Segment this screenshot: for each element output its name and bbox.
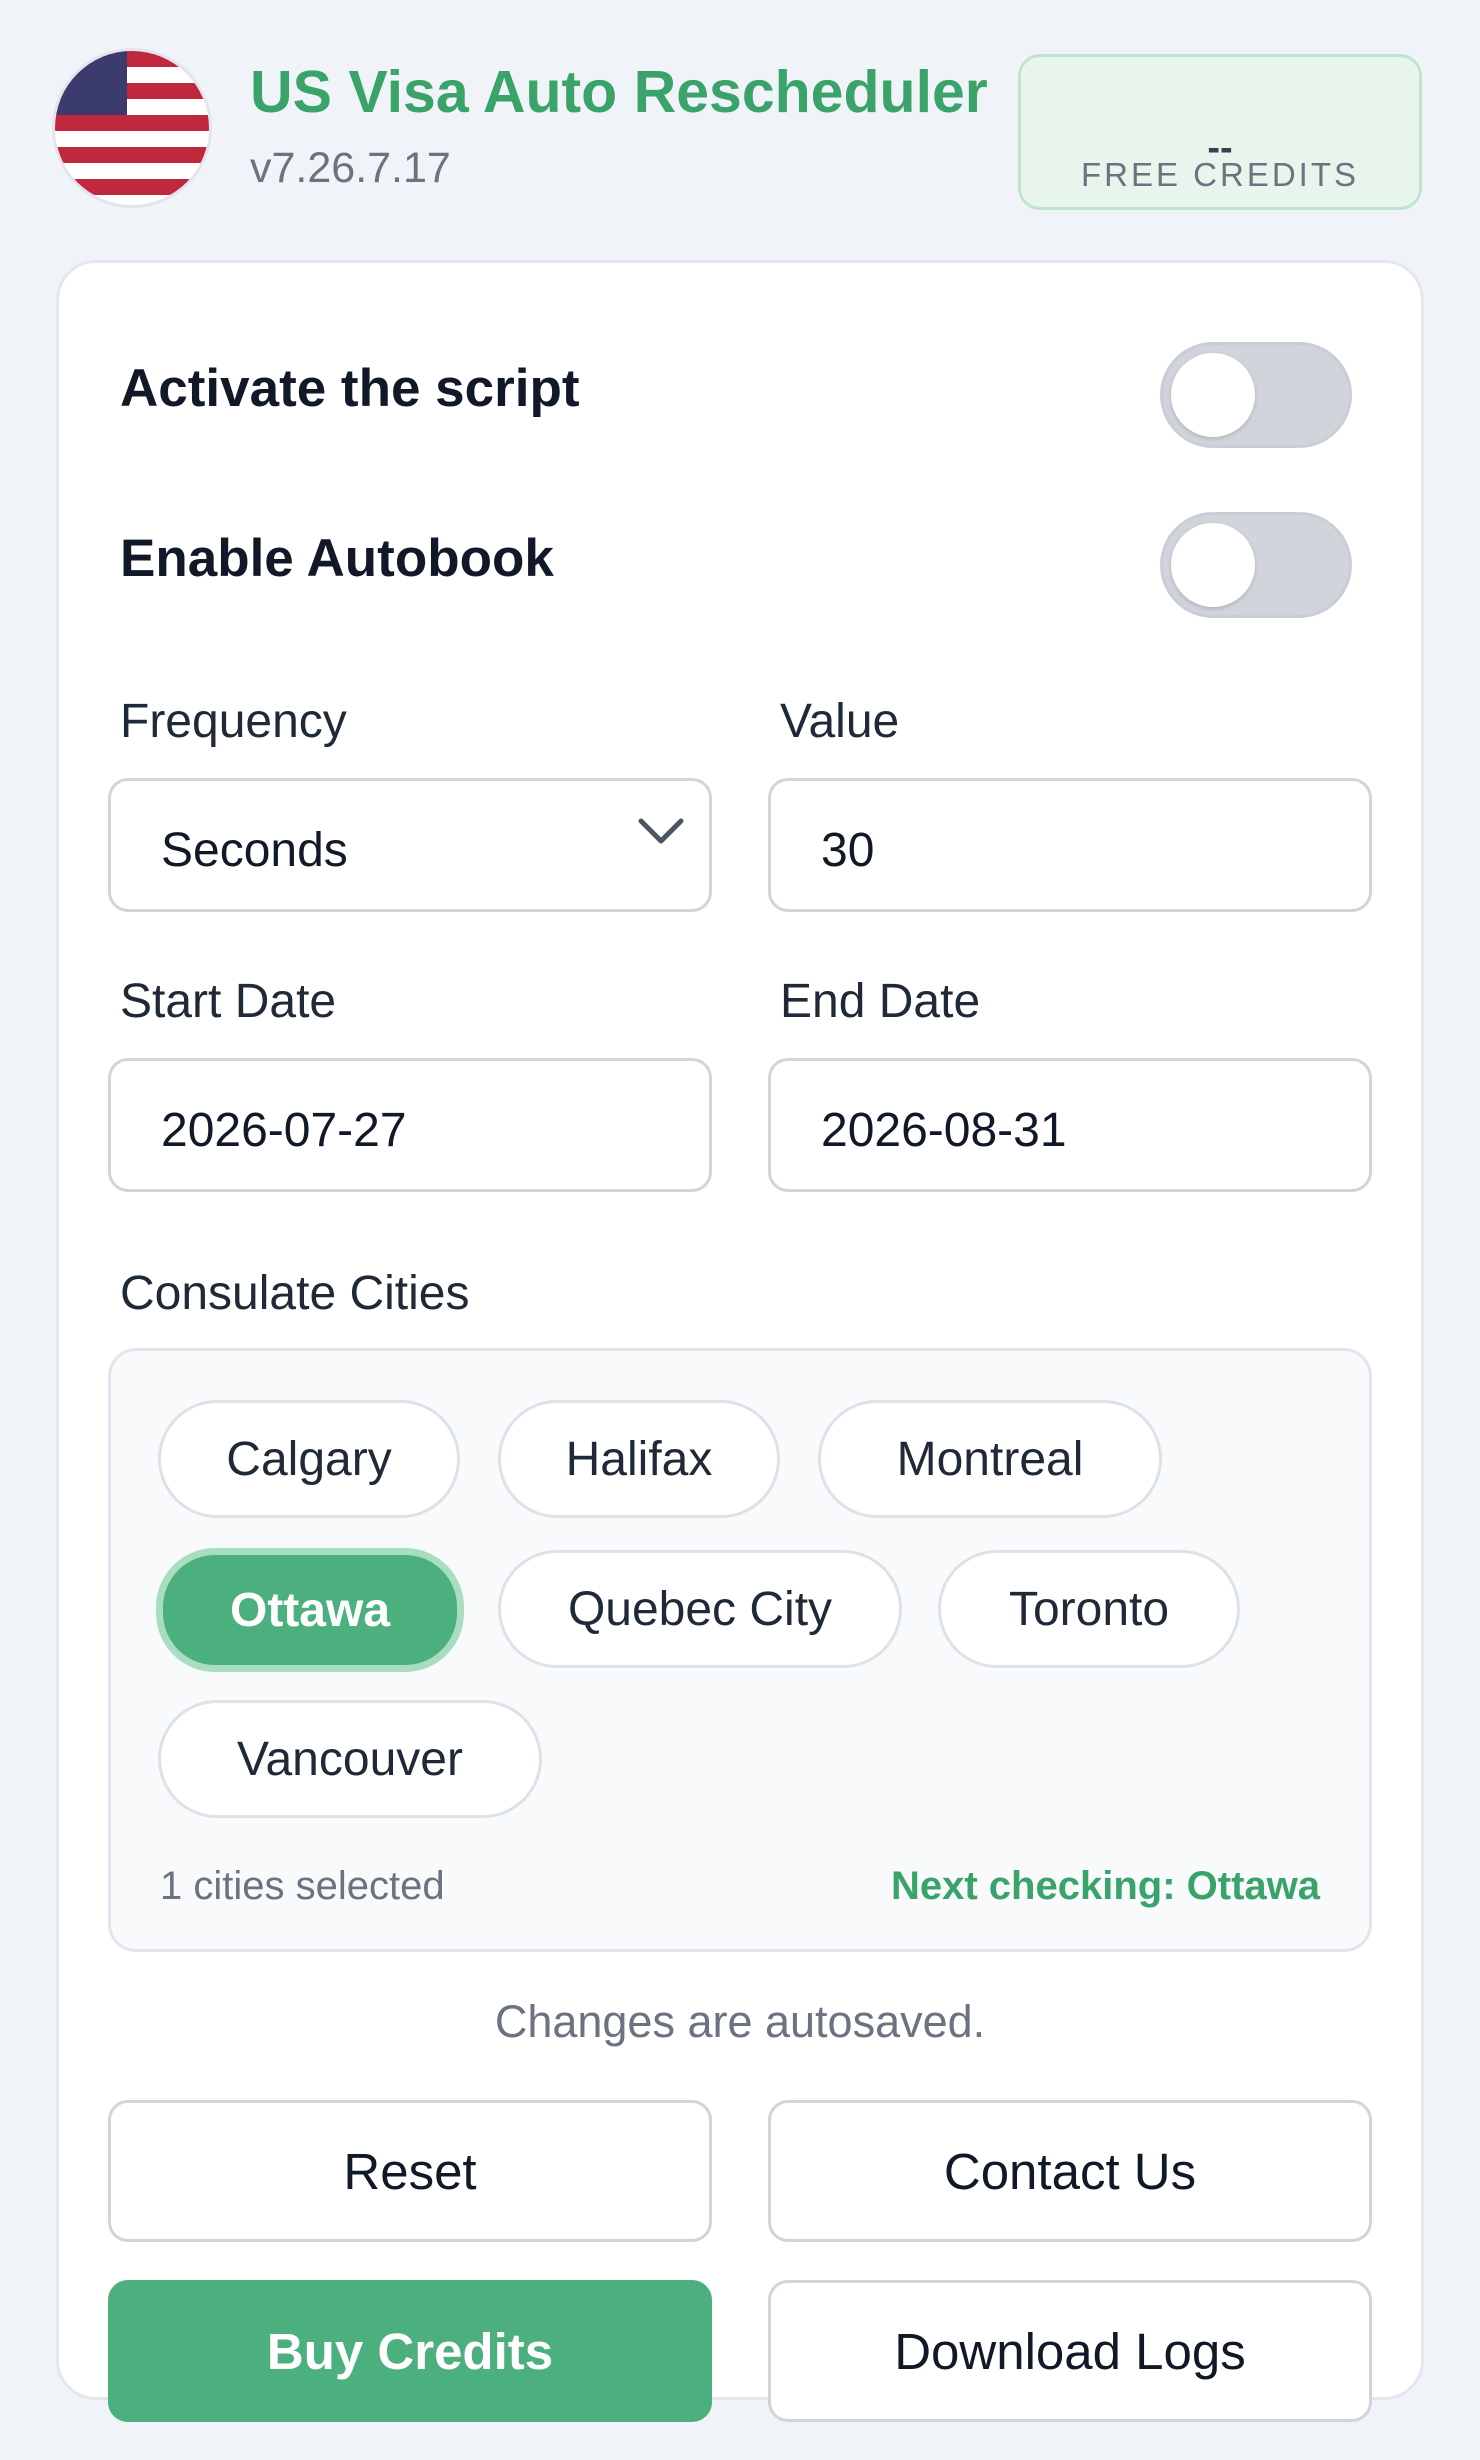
enable-autobook-label: Enable Autobook xyxy=(120,529,554,588)
city-chip-ottawa[interactable]: Ottawa xyxy=(156,1548,464,1672)
end-date-value: 2026-08-31 xyxy=(821,1104,1067,1157)
frequency-label: Frequency xyxy=(120,695,347,748)
app-title: US Visa Auto Rescheduler xyxy=(250,59,988,125)
end-date-label: End Date xyxy=(780,975,981,1028)
activate-script-toggle[interactable] xyxy=(1160,342,1352,448)
frequency-select[interactable]: Seconds xyxy=(108,778,712,912)
activate-script-label: Activate the script xyxy=(120,359,580,418)
next-checking-status: Next checking: Ottawa xyxy=(890,1864,1320,1908)
app-version: v7.26.7.17 xyxy=(250,144,451,192)
cities-selected-count: 1 cities selected xyxy=(160,1864,445,1908)
toggle-knob xyxy=(1171,353,1255,437)
download-logs-button[interactable]: Download Logs xyxy=(768,2280,1372,2422)
credits-label: FREE CREDITS xyxy=(1080,156,1360,193)
reset-button[interactable]: Reset xyxy=(108,2100,712,2242)
value-label: Value xyxy=(780,695,900,748)
contact-us-button[interactable]: Contact Us xyxy=(768,2100,1372,2242)
city-chip-halifax[interactable]: Halifax xyxy=(498,1400,780,1518)
city-chip-toronto[interactable]: Toronto xyxy=(938,1550,1240,1668)
city-chip-montreal[interactable]: Montreal xyxy=(818,1400,1162,1518)
credits-badge: -- FREE CREDITS xyxy=(1018,54,1422,210)
city-chip-vancouver[interactable]: Vancouver xyxy=(158,1700,542,1818)
autosave-note: Changes are autosaved. xyxy=(494,1996,986,2047)
buy-credits-button[interactable]: Buy Credits xyxy=(108,2280,712,2422)
frequency-selected-value: Seconds xyxy=(161,824,348,877)
header: US Visa Auto Rescheduler v7.26.7.17 -- F… xyxy=(0,0,1480,240)
value-input-text: 30 xyxy=(821,824,875,877)
value-input[interactable]: 30 xyxy=(768,778,1372,912)
chevron-down-icon xyxy=(638,818,684,844)
end-date-input[interactable]: 2026-08-31 xyxy=(768,1058,1372,1192)
toggle-knob xyxy=(1171,523,1255,607)
start-date-value: 2026-07-27 xyxy=(161,1104,407,1157)
city-chip-quebec-city[interactable]: Quebec City xyxy=(498,1550,902,1668)
start-date-input[interactable]: 2026-07-27 xyxy=(108,1058,712,1192)
enable-autobook-toggle[interactable] xyxy=(1160,512,1352,618)
city-chip-calgary[interactable]: Calgary xyxy=(158,1400,460,1518)
start-date-label: Start Date xyxy=(120,975,337,1028)
us-flag-icon xyxy=(52,48,212,208)
consulate-cities-label: Consulate Cities xyxy=(120,1267,470,1320)
